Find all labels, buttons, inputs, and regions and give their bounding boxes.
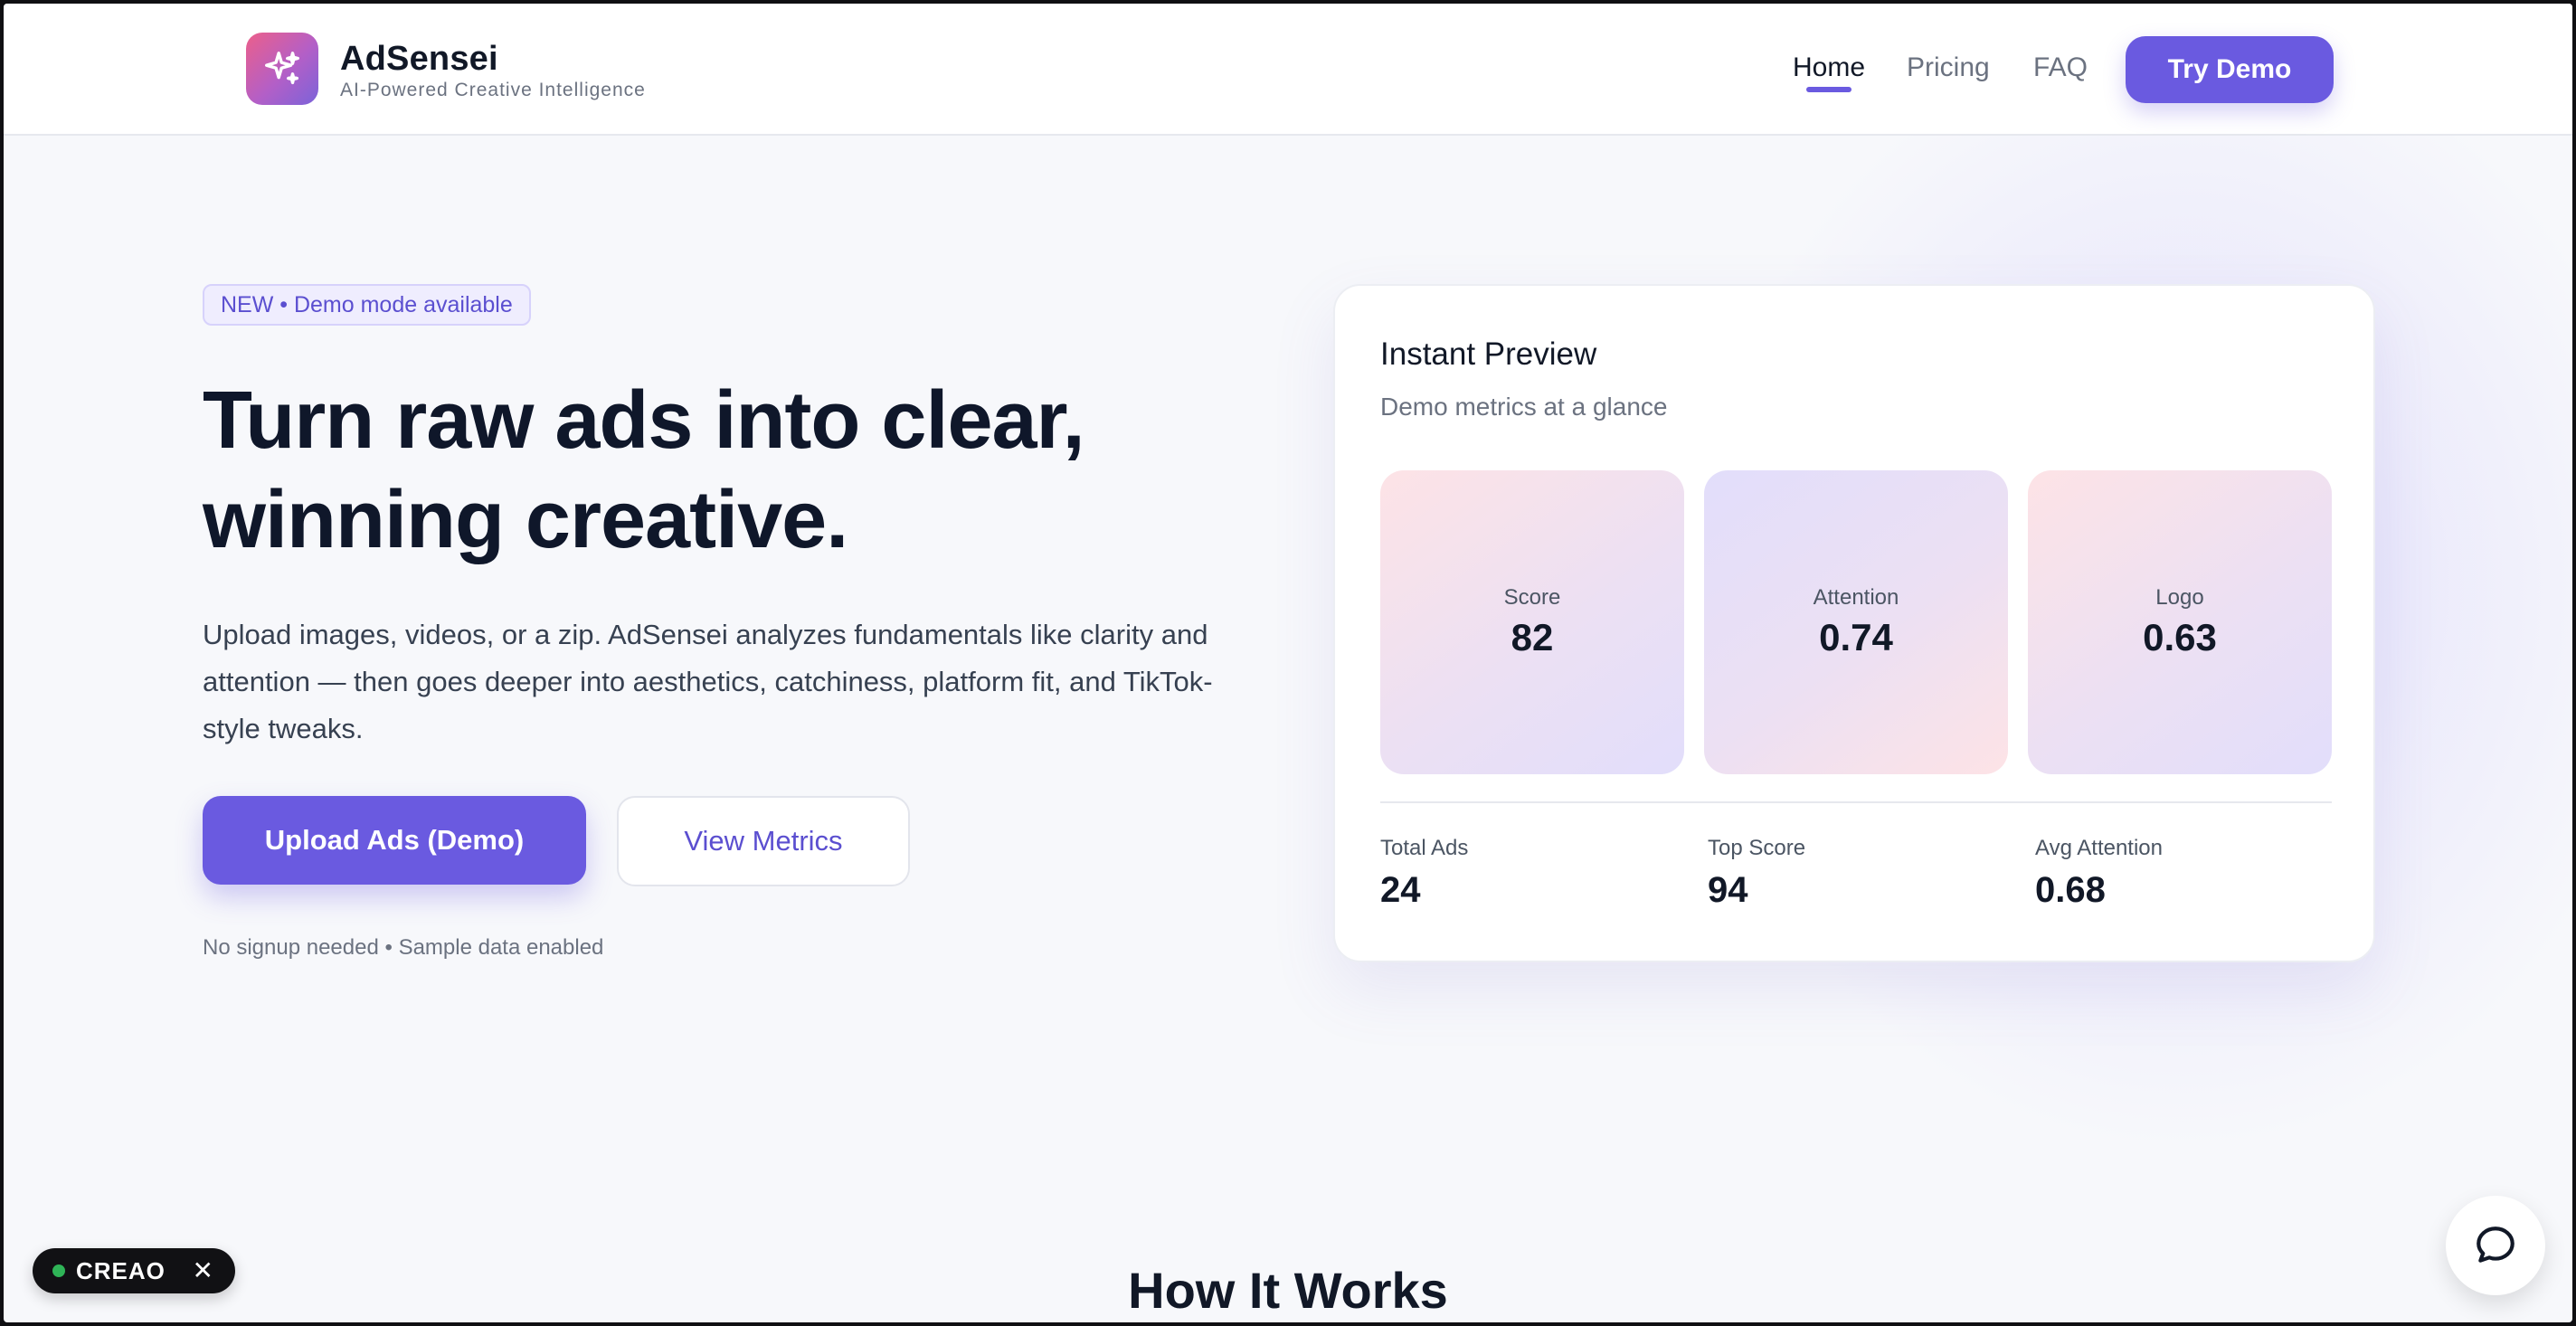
card-title: Instant Preview [1380,336,1597,372]
hero-description: Upload images, videos, or a zip. AdSense… [203,619,1213,744]
nav-home[interactable]: Home [1793,52,1865,83]
stat-label: Total Ads [1380,836,1469,860]
metric-value: 0.63 [2143,616,2217,658]
view-metrics-button[interactable]: View Metrics [617,796,910,886]
card-divider [1380,801,2332,803]
headline-line-1: Turn raw ads into clear, [203,375,1085,466]
creao-label: CREAO [76,1256,166,1284]
site-header: AdSensei AI-Powered Creative Intelligenc… [4,4,2572,136]
creao-widget[interactable]: CREAO ✕ [33,1248,235,1293]
metric-label: Logo [2155,585,2204,610]
new-badge: NEW • Demo mode available [203,284,531,326]
page: AdSensei AI-Powered Creative Intelligenc… [4,4,2572,1322]
metric-label: Attention [1813,585,1899,610]
card-subtitle: Demo metrics at a glance [1380,393,1668,421]
stat-value: 24 [1380,870,1421,910]
sparkle-icon [265,52,299,85]
metric-tile-logo: Logo 0.63 [2028,470,2332,774]
chat-button[interactable] [2446,1196,2545,1295]
close-icon[interactable]: ✕ [193,1257,213,1284]
headline-line-2: winning creative. [203,475,848,565]
metric-label: Score [1503,585,1561,610]
metric-value: 0.74 [1819,616,1893,658]
stat-label: Top Score [1708,836,1806,860]
stat-total-ads: Total Ads 24 [1380,836,1468,911]
how-it-works-heading: How It Works [1128,1262,1448,1319]
instant-preview-card: Instant Preview Demo metrics at a glance… [1333,284,2375,962]
try-demo-button[interactable]: Try Demo [2126,36,2334,103]
hero-note: No signup needed • Sample data enabled [203,935,604,960]
stat-label: Avg Attention [2035,836,2163,860]
brand-name[interactable]: AdSensei [340,40,498,79]
chat-bubble-icon [2477,1227,2514,1263]
nav-faq[interactable]: FAQ [2033,52,2088,83]
stat-top-score: Top Score 94 [1708,836,1805,911]
status-dot [52,1264,65,1277]
metric-value: 82 [1511,616,1554,658]
stat-value: 0.68 [2035,870,2106,910]
brand-tagline: AI-Powered Creative Intelligence [340,80,646,100]
stat-avg-attention: Avg Attention 0.68 [2035,836,2163,911]
stat-value: 94 [1708,870,1748,910]
metric-tile-score: Score 82 [1380,470,1684,774]
metric-tile-attention: Attention 0.74 [1704,470,2008,774]
hero-headline: Turn raw ads into clear, winning creativ… [203,371,1288,570]
logo[interactable] [246,33,318,105]
nav-pricing[interactable]: Pricing [1907,52,1990,83]
nav-active-indicator [1806,87,1852,92]
upload-ads-button[interactable]: Upload Ads (Demo) [203,796,586,885]
